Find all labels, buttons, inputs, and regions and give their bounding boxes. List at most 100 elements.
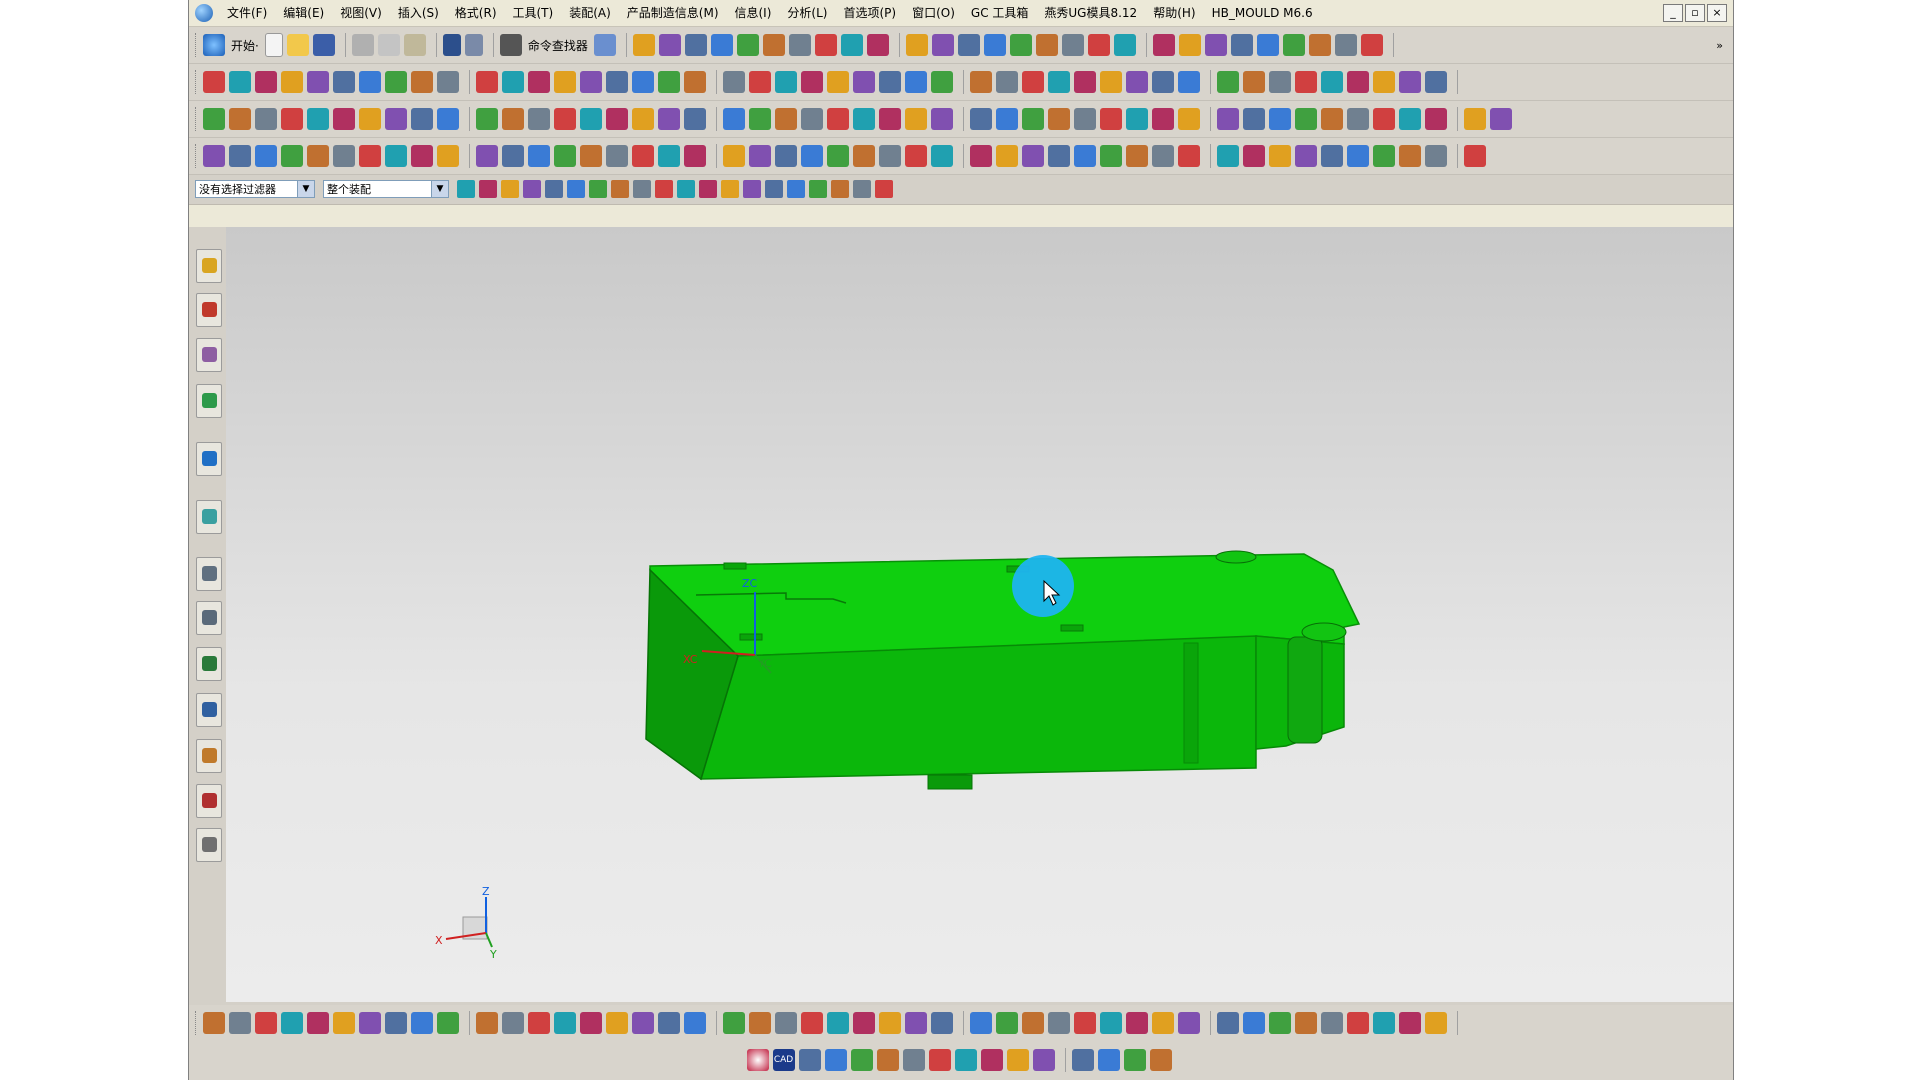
tb3-tool-icon[interactable]	[476, 108, 498, 130]
tb3-tool-icon[interactable]	[1490, 108, 1512, 130]
tb4-tool-icon[interactable]	[1425, 145, 1447, 167]
tb4-tool-icon[interactable]	[1100, 145, 1122, 167]
menu-item-1[interactable]: 编辑(E)	[275, 0, 332, 26]
tbb1-tool-icon[interactable]	[775, 1011, 797, 1034]
tbb2-tool-icon[interactable]	[980, 1049, 1003, 1071]
tb2-tool-icon[interactable]	[502, 71, 524, 93]
tbb1-tool-icon[interactable]	[385, 1011, 407, 1034]
tbb1-tool-icon[interactable]	[1243, 1011, 1265, 1034]
tb3-tool-icon[interactable]	[307, 108, 329, 130]
selection-scope-dropdown[interactable]: 整个装配 ▼	[323, 180, 449, 198]
tbb1-tool-icon[interactable]	[1347, 1011, 1369, 1034]
tbb1-tool-icon[interactable]	[801, 1011, 823, 1034]
filtericons-tool-icon[interactable]	[831, 180, 849, 198]
tb2-tool-icon[interactable]	[853, 71, 875, 93]
tb1rest-tool-icon[interactable]	[1087, 34, 1110, 56]
tbb1-tool-icon[interactable]	[1321, 1011, 1343, 1034]
tb3-tool-icon[interactable]	[1243, 108, 1265, 130]
tb1rest-tool-icon[interactable]	[1360, 34, 1383, 56]
tbb1-tool-icon[interactable]	[580, 1011, 602, 1034]
toolbar-grip[interactable]	[195, 70, 199, 94]
tb1rest-tool-icon[interactable]	[840, 34, 863, 56]
tbb1-tool-icon[interactable]	[970, 1011, 992, 1034]
copy-icon[interactable]	[377, 34, 400, 56]
tbb1-tool-icon[interactable]	[554, 1011, 576, 1034]
tb2-tool-icon[interactable]	[307, 71, 329, 93]
filtericons-tool-icon[interactable]	[611, 180, 629, 198]
tbb1-tool-icon[interactable]	[1425, 1011, 1447, 1034]
tbb1-tool-icon[interactable]	[1217, 1011, 1239, 1034]
tb3-tool-icon[interactable]	[853, 108, 875, 130]
tb1rest-tool-icon[interactable]	[632, 34, 655, 56]
tb3-tool-icon[interactable]	[996, 108, 1018, 130]
tb3-tool-icon[interactable]	[1321, 108, 1343, 130]
tb4-tool-icon[interactable]	[476, 145, 498, 167]
constraint-navigator-tab[interactable]	[196, 293, 222, 327]
tbb2-tool-icon[interactable]	[902, 1049, 925, 1071]
tb1rest-tool-icon[interactable]	[1256, 34, 1279, 56]
tbb1-tool-icon[interactable]	[931, 1011, 953, 1034]
tb4-tool-icon[interactable]	[801, 145, 823, 167]
tbb1-tool-icon[interactable]	[1178, 1011, 1200, 1034]
tb2-tool-icon[interactable]	[554, 71, 576, 93]
tb4-tool-icon[interactable]	[281, 145, 303, 167]
tb3-tool-icon[interactable]	[281, 108, 303, 130]
toolbar-grip[interactable]	[195, 33, 199, 57]
tb2-tool-icon[interactable]	[723, 71, 745, 93]
tb3-tool-icon[interactable]	[203, 108, 225, 130]
tb2-tool-icon[interactable]	[1243, 71, 1265, 93]
tb2-tool-icon[interactable]	[1399, 71, 1421, 93]
tb2-tool-icon[interactable]	[476, 71, 498, 93]
tbb1-tool-icon[interactable]	[879, 1011, 901, 1034]
tbb2-tool-icon[interactable]	[850, 1049, 873, 1071]
tb2-tool-icon[interactable]	[1347, 71, 1369, 93]
tbb1-tool-icon[interactable]	[658, 1011, 680, 1034]
tb4-tool-icon[interactable]	[606, 145, 628, 167]
tb4-tool-icon[interactable]	[1048, 145, 1070, 167]
tb4-tool-icon[interactable]	[437, 145, 459, 167]
tb2-tool-icon[interactable]	[359, 71, 381, 93]
tb1rest-tool-icon[interactable]	[1152, 34, 1175, 56]
menu-item-6[interactable]: 装配(A)	[561, 0, 619, 26]
tb3-tool-icon[interactable]	[502, 108, 524, 130]
tbb2-tool-icon[interactable]	[954, 1049, 977, 1071]
tb3-tool-icon[interactable]	[1269, 108, 1291, 130]
tb3-tool-icon[interactable]	[1178, 108, 1200, 130]
tb2-tool-icon[interactable]	[1022, 71, 1044, 93]
tb4-tool-icon[interactable]	[658, 145, 680, 167]
tb2-tool-icon[interactable]	[1074, 71, 1096, 93]
tb1rest-tool-icon[interactable]	[983, 34, 1006, 56]
tb3-tool-icon[interactable]	[1347, 108, 1369, 130]
tbb2-tool-icon[interactable]	[798, 1049, 821, 1071]
tbb2-tool-icon[interactable]	[1097, 1049, 1120, 1071]
tb2-tool-icon[interactable]	[931, 71, 953, 93]
tb3-tool-icon[interactable]	[1464, 108, 1486, 130]
tb4-tool-icon[interactable]	[1126, 145, 1148, 167]
tb4-tool-icon[interactable]	[307, 145, 329, 167]
tbb1-tool-icon[interactable]	[905, 1011, 927, 1034]
tb2-tool-icon[interactable]	[879, 71, 901, 93]
menu-item-4[interactable]: 格式(R)	[447, 0, 505, 26]
tbb1-tool-icon[interactable]	[749, 1011, 771, 1034]
filtericons-tool-icon[interactable]	[633, 180, 651, 198]
filtericons-tool-icon[interactable]	[567, 180, 585, 198]
tb2-tool-icon[interactable]	[1126, 71, 1148, 93]
tb4-tool-icon[interactable]	[528, 145, 550, 167]
tb3-tool-icon[interactable]	[632, 108, 654, 130]
tb4-tool-icon[interactable]	[1295, 145, 1317, 167]
tb4-tool-icon[interactable]	[1178, 145, 1200, 167]
tb1rest-tool-icon[interactable]	[1230, 34, 1253, 56]
tb3-tool-icon[interactable]	[606, 108, 628, 130]
menu-item-7[interactable]: 产品制造信息(M)	[619, 0, 727, 26]
tbb1-tool-icon[interactable]	[1048, 1011, 1070, 1034]
tb3-tool-icon[interactable]	[1295, 108, 1317, 130]
tb4-tool-icon[interactable]	[684, 145, 706, 167]
tb2-tool-icon[interactable]	[411, 71, 433, 93]
tb3-tool-icon[interactable]	[1074, 108, 1096, 130]
tb4-tool-icon[interactable]	[229, 145, 251, 167]
web-browser-tab[interactable]	[196, 442, 222, 476]
tb2-tool-icon[interactable]	[606, 71, 628, 93]
toolbar-grip[interactable]	[195, 1010, 199, 1035]
hd3d-tools-tab[interactable]	[196, 784, 222, 818]
system-materials-tab[interactable]	[196, 739, 222, 773]
